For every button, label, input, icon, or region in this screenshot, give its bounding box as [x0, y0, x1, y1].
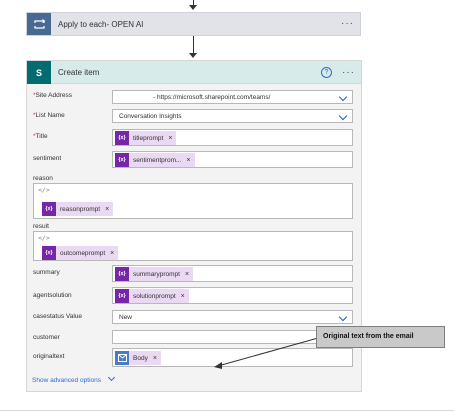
callout-text: Original text from the email — [323, 333, 414, 340]
bottom-divider — [0, 410, 454, 411]
annotation-callout: Original text from the email — [316, 326, 445, 348]
annotation-arrow — [214, 337, 319, 369]
